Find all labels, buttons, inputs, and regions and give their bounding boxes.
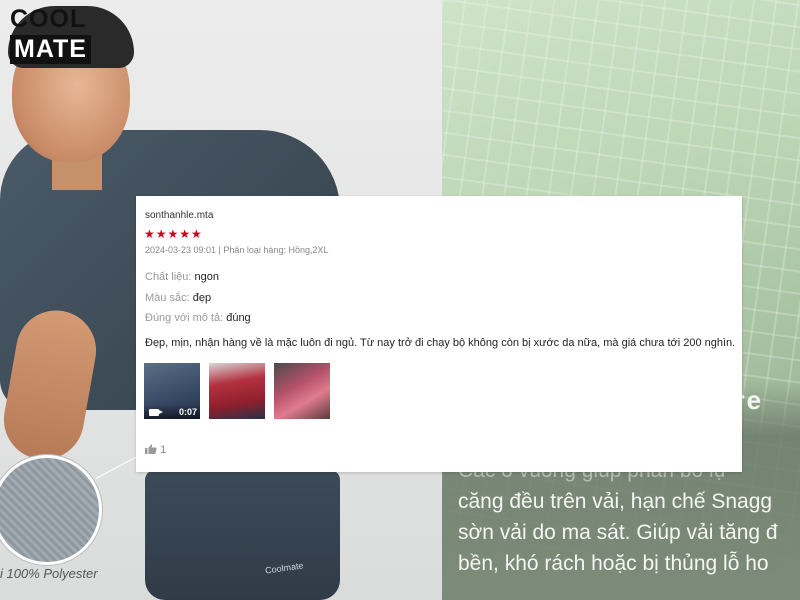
attribute-key: Đúng với mô tả: — [145, 312, 224, 324]
review-photo-thumbnail[interactable] — [274, 363, 330, 419]
attribute-color: Màu sắc: đẹp — [145, 292, 211, 304]
promo-description: Các ô vuông giúp phân bổ lự căng đều trê… — [458, 455, 800, 579]
model-shorts — [145, 470, 340, 600]
attribute-value: đẹp — [192, 292, 212, 304]
thumbs-up-icon — [145, 444, 157, 454]
review-comment: Đẹp, mịn, nhận hàng về là mặc luôn đi ng… — [145, 337, 736, 349]
review-card: sonthanhle.mta ★★★★★ 2024-03-23 09:01 | … — [136, 196, 742, 472]
review-photo-thumbnail[interactable] — [209, 363, 265, 419]
logo-bottom: MATE — [10, 35, 91, 64]
fabric-caption: i 100% Polyester — [0, 566, 98, 581]
attribute-key: Màu sắc: — [145, 292, 190, 304]
attribute-material: Chất liệu: ngon — [145, 271, 219, 283]
promo-line: bền, khó rách hoặc bị thủng lỗ ho — [458, 552, 769, 575]
promo-line: căng đều trên vải, hạn chế Snagg — [458, 490, 773, 513]
rating-stars: ★★★★★ — [144, 227, 203, 241]
promo-line: sờn vải do ma sát. Giúp vải tăng đ — [458, 521, 778, 544]
attribute-as-described: Đúng với mô tả: đúng — [145, 312, 251, 324]
coolmate-logo: COOL MATE — [10, 5, 100, 64]
attribute-key: Chất liệu: — [145, 271, 192, 283]
logo-top: COOL — [10, 5, 87, 33]
review-meta: 2024-03-23 09:01 | Phân loại hàng: Hồng,… — [145, 245, 329, 255]
video-duration: 0:07 — [178, 407, 197, 417]
attribute-value: ngon — [194, 271, 220, 283]
review-video-thumbnail[interactable]: 0:07 — [144, 363, 200, 419]
attribute-value: đúng — [226, 312, 251, 324]
reviewer-name[interactable]: sonthanhle.mta — [145, 210, 213, 221]
like-count: 1 — [160, 444, 167, 456]
video-icon — [149, 409, 163, 416]
like-button[interactable]: 1 — [145, 444, 166, 456]
fabric-closeup — [0, 455, 102, 565]
